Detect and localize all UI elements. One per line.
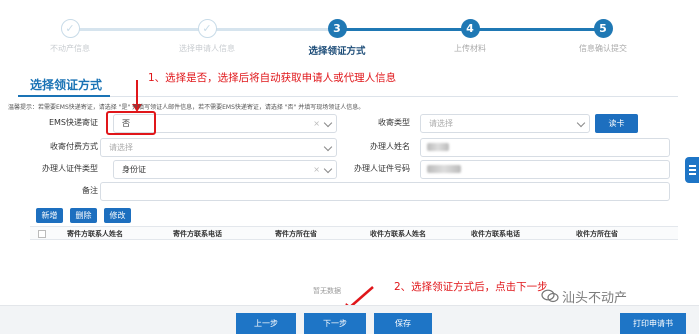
agent-name-input[interactable] [420, 138, 670, 157]
agent-id-no-label: 办理人证件号码 [354, 164, 410, 173]
column-header: 收件方联系人姓名 [370, 230, 426, 238]
annotation-highlight [106, 111, 156, 135]
remark-input[interactable] [100, 182, 670, 201]
mail-type-select[interactable]: 请选择 [420, 114, 590, 133]
column-header: 寄件方联系电话 [173, 230, 222, 238]
next-step-button[interactable]: 下一步 [304, 313, 366, 334]
menu-icon-bar [689, 173, 696, 175]
page: ✓ 不动产信息 ✓ 选择申请人信息 3 选择领证方式 4 上传材料 5 信息确认… [0, 0, 699, 334]
table-header: 寄件方联系人姓名 寄件方联系电话 寄件方所在省 收件方联系人姓名 收件方联系电话… [30, 226, 678, 240]
prev-step-button[interactable]: 上一步 [236, 313, 296, 334]
hint-text: 温馨提示：若需要EMS快递寄证，请选择 "是" 并填写领证人邮件信息，若不需要E… [8, 104, 365, 111]
edit-button[interactable]: 修改 [104, 208, 131, 223]
agent-name-label: 办理人姓名 [370, 142, 410, 151]
redacted-text [427, 143, 449, 151]
ems-label: EMS快递寄证 [48, 118, 98, 127]
chevron-down-icon [323, 164, 333, 174]
clear-icon[interactable]: × [313, 115, 320, 132]
empty-state: 暂无数据 [313, 287, 341, 295]
redacted-text [427, 165, 461, 173]
agent-id-no-input[interactable] [420, 160, 670, 179]
chevron-down-icon [323, 118, 333, 128]
agent-id-type-label: 办理人证件类型 [42, 164, 98, 173]
remark-label: 备注 [82, 186, 98, 195]
pay-method-placeholder: 请选择 [109, 143, 133, 152]
column-header: 收件方所在省 [576, 230, 618, 238]
delete-button[interactable]: 删除 [70, 208, 97, 223]
column-header: 寄件方联系人姓名 [67, 230, 123, 238]
chevron-down-icon [323, 142, 333, 152]
column-header: 收件方联系电话 [471, 230, 520, 238]
annotation-note-2: 2、选择领证方式后，点击下一步 [394, 281, 548, 293]
side-menu-tab[interactable] [685, 157, 699, 183]
save-button[interactable]: 保存 [374, 313, 432, 334]
agent-id-type-value: 身份证 [122, 165, 146, 174]
agent-id-type-select[interactable]: 身份证 × [113, 160, 337, 179]
select-all-checkbox[interactable] [38, 230, 46, 238]
menu-icon-bar [689, 169, 696, 171]
menu-icon [689, 165, 696, 167]
clear-icon[interactable]: × [313, 161, 320, 178]
wechat-icon [541, 289, 559, 303]
column-header: 寄件方所在省 [275, 230, 317, 238]
mail-type-placeholder: 请选择 [429, 119, 453, 128]
print-application-button[interactable]: 打印申请书 [620, 313, 686, 334]
mail-type-label: 收寄类型 [378, 118, 410, 127]
pay-method-label: 收寄付费方式 [50, 142, 98, 151]
add-button[interactable]: 新增 [36, 208, 63, 223]
read-card-button[interactable]: 读卡 [595, 114, 638, 133]
chevron-down-icon [576, 118, 586, 128]
watermark: 汕头不动产 [562, 291, 628, 306]
pay-method-select[interactable]: 请选择 [100, 138, 337, 157]
